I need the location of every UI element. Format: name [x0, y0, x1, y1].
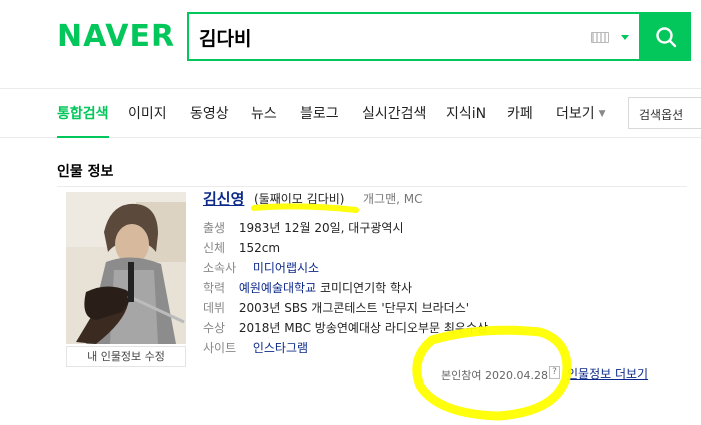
more-info-link[interactable]: 인물정보 더보기 — [567, 365, 648, 382]
search-box — [187, 12, 641, 61]
tab-images[interactable]: 이미지 — [128, 103, 167, 123]
info-row-agency: 소속사 미디어랩시소 — [203, 259, 319, 276]
search-input[interactable] — [199, 23, 579, 51]
info-value: 2003년 SBS 개그콘테스트 '단무지 브라더스' — [238, 301, 470, 315]
info-label: 수상 — [203, 321, 226, 335]
info-row-award: 수상 2018년 MBC 방송연예대상 라디오부문 최우수상 — [203, 319, 488, 336]
info-value: 2018년 MBC 방송연예대상 라디오부문 최우수상 — [238, 321, 489, 335]
tab-videos[interactable]: 동영상 — [190, 103, 229, 123]
naver-logo[interactable]: NAVER — [57, 21, 175, 53]
search-tabs: 통합검색 이미지 동영상 뉴스 블로그 실시간검색 지식iN 카페 더보기 ▼ 검… — [0, 88, 701, 138]
participation-date: 본인참여 2020.04.28. — [441, 369, 552, 382]
info-row-site: 사이트 인스타그램 — [203, 339, 308, 356]
info-row-birth: 출생 1983년 12월 20일, 대구광역시 — [203, 219, 404, 236]
keyboard-icon[interactable] — [591, 32, 609, 43]
info-row-education: 학력 예원예술대학교 코미디연기학 학사 — [203, 279, 412, 296]
info-row-body: 신체 152cm — [203, 239, 280, 256]
tab-kin[interactable]: 지식iN — [446, 103, 486, 123]
search-button[interactable] — [641, 12, 691, 61]
section-title: 인물 정보 — [57, 164, 114, 180]
school-link[interactable]: 예원예술대학교 — [239, 281, 316, 295]
divider — [57, 186, 687, 187]
edit-profile-button[interactable]: 내 인물정보 수정 — [66, 346, 186, 367]
info-label: 사이트 — [203, 341, 237, 355]
tab-cafe[interactable]: 카페 — [507, 103, 533, 123]
search-options-button[interactable]: 검색옵션 — [628, 97, 701, 129]
search-options-label: 검색옵션 — [639, 108, 684, 122]
tab-realtime[interactable]: 실시간검색 — [362, 103, 426, 123]
caret-down-icon: ▼ — [598, 109, 606, 119]
profile-photo[interactable] — [66, 192, 186, 344]
person-alias: (둘째이모 김다비) — [254, 192, 345, 206]
info-value: 1983년 12월 20일, 대구광역시 — [238, 221, 404, 235]
info-label: 출생 — [203, 221, 226, 235]
instagram-link[interactable]: 인스타그램 — [253, 341, 308, 355]
info-value: 코미디연기학 학사 — [319, 281, 413, 295]
tab-more-label: 더보기 — [556, 106, 595, 122]
agency-link[interactable]: 미디어랩시소 — [253, 261, 319, 275]
info-label: 소속사 — [203, 261, 237, 275]
help-icon[interactable]: ? — [549, 366, 560, 379]
search-icon — [656, 26, 677, 47]
tab-more[interactable]: 더보기 ▼ — [556, 103, 606, 123]
info-label: 데뷔 — [203, 301, 226, 315]
tab-integrated[interactable]: 통합검색 — [57, 103, 109, 138]
person-job: 개그맨, MC — [363, 192, 423, 206]
info-value: 152cm — [238, 241, 281, 255]
person-name-link[interactable]: 김신영 — [203, 188, 244, 209]
tab-news[interactable]: 뉴스 — [251, 103, 277, 123]
info-label: 신체 — [203, 241, 226, 255]
info-label: 학력 — [203, 281, 226, 295]
tab-blog[interactable]: 블로그 — [300, 103, 339, 123]
logo-text: NAVER — [57, 19, 176, 54]
info-row-debut: 데뷔 2003년 SBS 개그콘테스트 '단무지 브라더스' — [203, 299, 469, 316]
caret-down-icon[interactable] — [621, 35, 629, 40]
